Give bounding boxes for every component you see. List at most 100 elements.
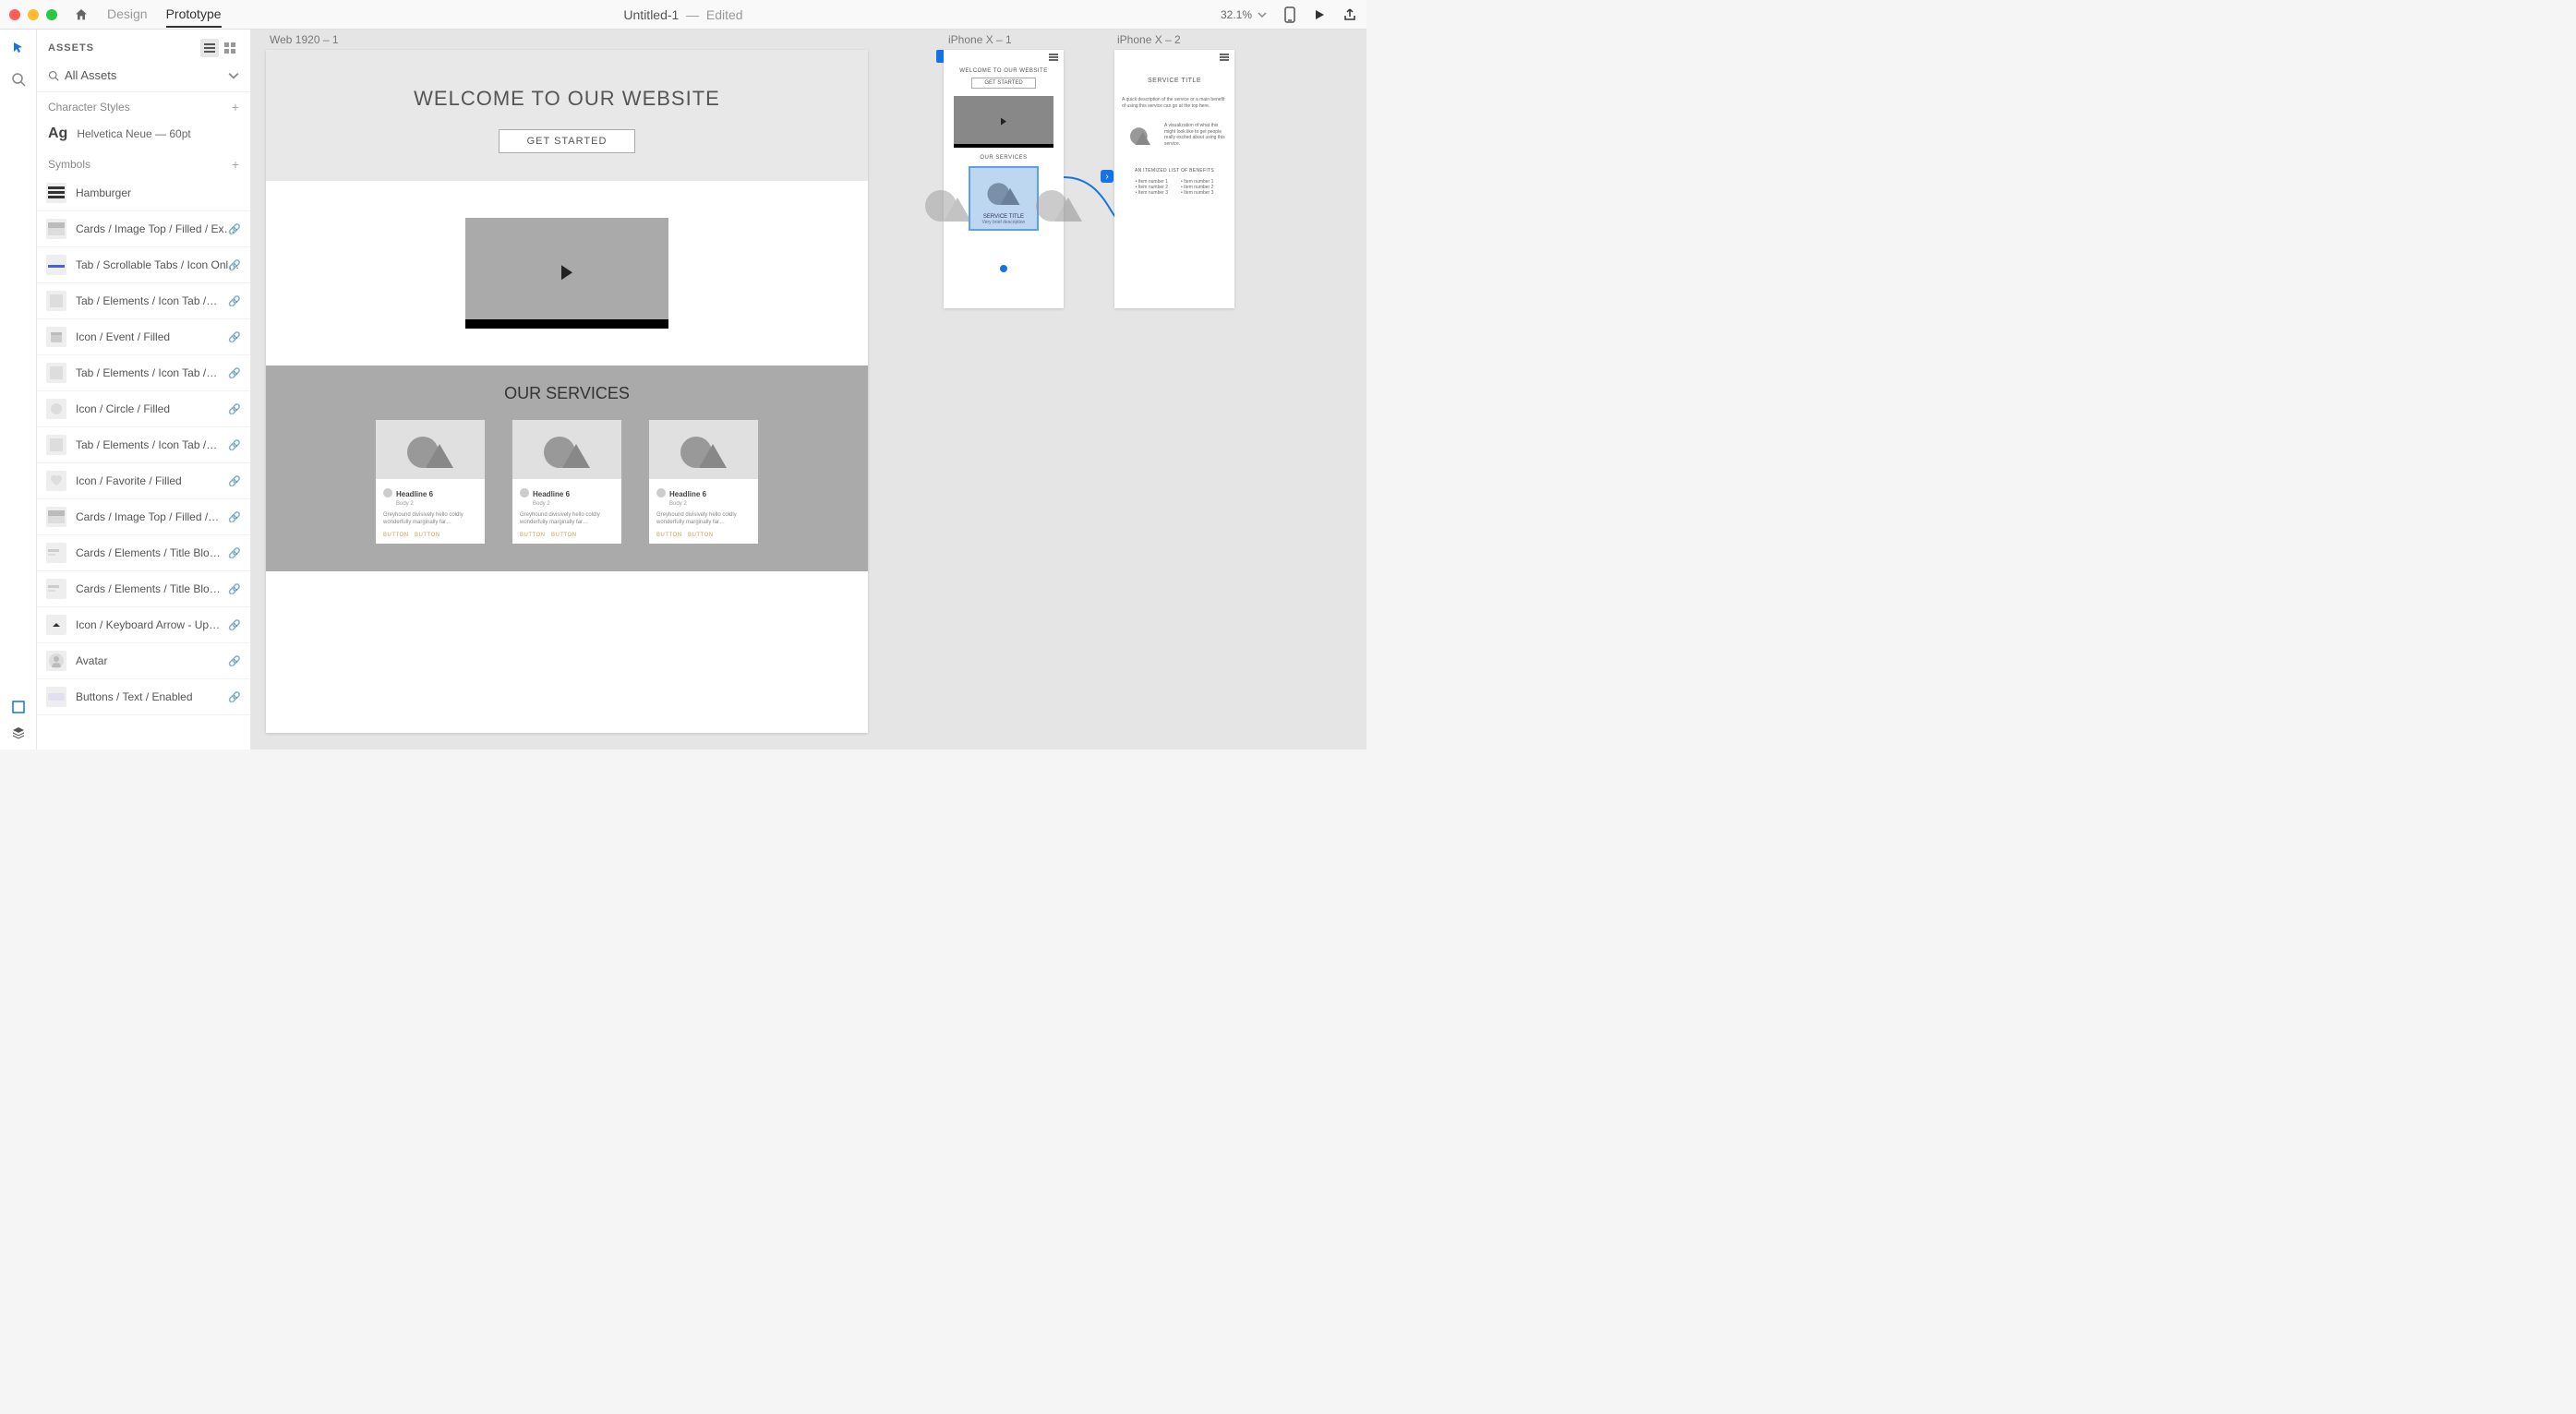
symbol-item[interactable]: Cards / Image Top / Filled /… 🔗 bbox=[37, 499, 250, 535]
device-preview-icon[interactable] bbox=[1283, 6, 1296, 23]
close-window[interactable] bbox=[9, 9, 20, 20]
symbol-item[interactable]: Avatar 🔗 bbox=[37, 643, 250, 679]
symbol-label: Tab / Elements / Icon Tab /… bbox=[76, 294, 241, 307]
service-card: Headline 6 Body 2 Greyhound divisively h… bbox=[512, 420, 621, 544]
doc-name: Untitled-1 bbox=[623, 7, 679, 22]
symbol-item[interactable]: Cards / Elements / Title Blo… 🔗 bbox=[37, 535, 250, 571]
ip2-row1: A quick description of the service or a … bbox=[1114, 93, 1234, 113]
carousel-next-shape bbox=[1036, 185, 1082, 222]
card-headline: Headline 6 bbox=[669, 490, 706, 498]
symbol-item[interactable]: Tab / Scrollable Tabs / Icon Onl… 🔗 bbox=[37, 247, 250, 283]
card-image bbox=[512, 420, 621, 479]
symbol-item[interactable]: Icon / Event / Filled 🔗 bbox=[37, 319, 250, 355]
symbol-label: Tab / Scrollable Tabs / Icon Onl… bbox=[76, 258, 241, 271]
heart-icon bbox=[46, 471, 66, 491]
minimize-window[interactable] bbox=[28, 9, 39, 20]
list-view-icon[interactable] bbox=[200, 39, 219, 57]
link-icon: 🔗 bbox=[228, 259, 241, 271]
symbol-label: Icon / Event / Filled bbox=[76, 330, 241, 343]
artboard-label-web[interactable]: Web 1920 – 1 bbox=[270, 33, 339, 46]
card-subtitle: Body 2 bbox=[669, 501, 751, 507]
selected-service-card[interactable]: SERVICE TITLE Very brief description bbox=[969, 166, 1039, 231]
link-icon: 🔗 bbox=[228, 691, 241, 703]
symbol-item[interactable]: Tab / Elements / Icon Tab /… 🔗 bbox=[37, 355, 250, 391]
symbol-label: Icon / Keyboard Arrow - Up… bbox=[76, 618, 241, 631]
avatar-icon bbox=[520, 488, 529, 497]
link-icon: 🔗 bbox=[228, 547, 241, 559]
artboard-tool-icon[interactable] bbox=[11, 700, 26, 714]
assets-filter[interactable]: All Assets bbox=[37, 63, 250, 92]
hamburger-icon bbox=[1220, 54, 1229, 61]
document-title: Untitled-1 — Edited bbox=[623, 7, 742, 22]
hero-title: WELCOME TO OUR WEBSITE bbox=[266, 87, 868, 111]
chevron-down-icon bbox=[1258, 10, 1267, 19]
card-actions: BUTTON BUTTON bbox=[383, 533, 477, 538]
tab-line-icon bbox=[46, 255, 66, 275]
link-icon: 🔗 bbox=[228, 403, 241, 415]
video-section bbox=[266, 181, 868, 365]
window-controls bbox=[9, 9, 57, 20]
symbol-item[interactable]: Tab / Elements / Icon Tab /… 🔗 bbox=[37, 427, 250, 463]
share-icon[interactable] bbox=[1342, 7, 1357, 22]
layers-icon[interactable] bbox=[11, 725, 26, 740]
char-style-item[interactable]: Ag Helvetica Neue — 60pt bbox=[37, 118, 250, 150]
get-started-button: GET STARTED bbox=[499, 129, 636, 153]
char-styles-heading: Character Styles + bbox=[37, 92, 250, 118]
home-icon[interactable] bbox=[74, 7, 89, 22]
artboard-label-iphone2[interactable]: iPhone X – 2 bbox=[1117, 33, 1181, 46]
avatar-icon bbox=[383, 488, 392, 497]
search-icon[interactable] bbox=[11, 72, 26, 87]
service-card: Headline 6 Body 2 Greyhound divisively h… bbox=[649, 420, 758, 544]
add-icon[interactable]: + bbox=[232, 157, 239, 172]
symbol-label: Hamburger bbox=[76, 186, 241, 199]
wire-destination-handle[interactable]: › bbox=[1101, 170, 1113, 183]
video-placeholder bbox=[465, 218, 668, 329]
symbol-label: Cards / Elements / Title Blo… bbox=[76, 582, 241, 595]
tab-design[interactable]: Design bbox=[107, 1, 148, 28]
avatar-icon bbox=[46, 651, 66, 671]
zoom-dropdown[interactable]: 32.1% bbox=[1221, 8, 1267, 21]
symbol-label: Cards / Elements / Title Blo… bbox=[76, 546, 241, 559]
canvas[interactable]: Web 1920 – 1 iPhone X – 1 iPhone X – 2 W… bbox=[251, 30, 1366, 749]
ip2-row2: A visualization of what this might look … bbox=[1114, 113, 1234, 157]
ip1-card-desc: Very brief description bbox=[970, 220, 1037, 225]
artboard-iphone2[interactable]: SERVICE TITLE A quick description of the… bbox=[1114, 50, 1234, 308]
ip2-benefits-title: AN ITEMIZED LIST OF BENEFITS bbox=[1114, 168, 1234, 174]
arrow-up-icon bbox=[46, 615, 66, 635]
grid-view-icon[interactable] bbox=[221, 39, 239, 57]
event-icon bbox=[46, 327, 66, 347]
symbol-item[interactable]: Hamburger bbox=[37, 175, 250, 211]
tab-el-icon bbox=[46, 363, 66, 383]
symbol-item[interactable]: Cards / Elements / Title Blo… 🔗 bbox=[37, 571, 250, 607]
services-title: OUR SERVICES bbox=[266, 384, 868, 403]
symbol-item[interactable]: Cards / Image Top / Filled / Exp… 🔗 bbox=[37, 211, 250, 247]
tab-el-icon bbox=[46, 435, 66, 455]
titlebar: Design Prototype Untitled-1 — Edited 32.… bbox=[0, 0, 1366, 30]
hamburger-icon bbox=[46, 183, 66, 203]
select-tool-icon[interactable] bbox=[11, 41, 26, 55]
symbol-item[interactable]: Tab / Elements / Icon Tab /… 🔗 bbox=[37, 283, 250, 319]
link-icon: 🔗 bbox=[228, 439, 241, 451]
card-subtitle: Body 2 bbox=[396, 501, 477, 507]
artboard-web[interactable]: WELCOME TO OUR WEBSITE GET STARTED OUR S… bbox=[266, 50, 868, 733]
wire-origin-handle[interactable] bbox=[1000, 265, 1007, 272]
assets-panel-title: ASSETS bbox=[48, 42, 94, 54]
play-preview-icon[interactable] bbox=[1313, 8, 1326, 21]
link-icon: 🔗 bbox=[228, 475, 241, 487]
symbol-item[interactable]: Icon / Keyboard Arrow - Up… 🔗 bbox=[37, 607, 250, 643]
tab-prototype[interactable]: Prototype bbox=[166, 1, 222, 28]
maximize-window[interactable] bbox=[46, 9, 57, 20]
symbol-item[interactable]: Buttons / Text / Enabled 🔗 bbox=[37, 679, 250, 715]
assets-scroll[interactable]: Character Styles + Ag Helvetica Neue — 6… bbox=[37, 92, 250, 749]
link-icon: 🔗 bbox=[228, 619, 241, 631]
add-icon[interactable]: + bbox=[232, 100, 239, 114]
link-icon: 🔗 bbox=[228, 367, 241, 379]
symbol-item[interactable]: Icon / Favorite / Filled 🔗 bbox=[37, 463, 250, 499]
card-headline: Headline 6 bbox=[533, 490, 570, 498]
tab-el-icon bbox=[46, 291, 66, 311]
artboard-label-iphone1[interactable]: iPhone X – 1 bbox=[948, 33, 1012, 46]
ip2-title: SERVICE TITLE bbox=[1114, 78, 1234, 84]
symbol-item[interactable]: Icon / Circle / Filled 🔗 bbox=[37, 391, 250, 427]
card-description: Greyhound divisively hello coldly wonder… bbox=[383, 512, 477, 527]
carousel-prev-shape bbox=[925, 185, 971, 222]
